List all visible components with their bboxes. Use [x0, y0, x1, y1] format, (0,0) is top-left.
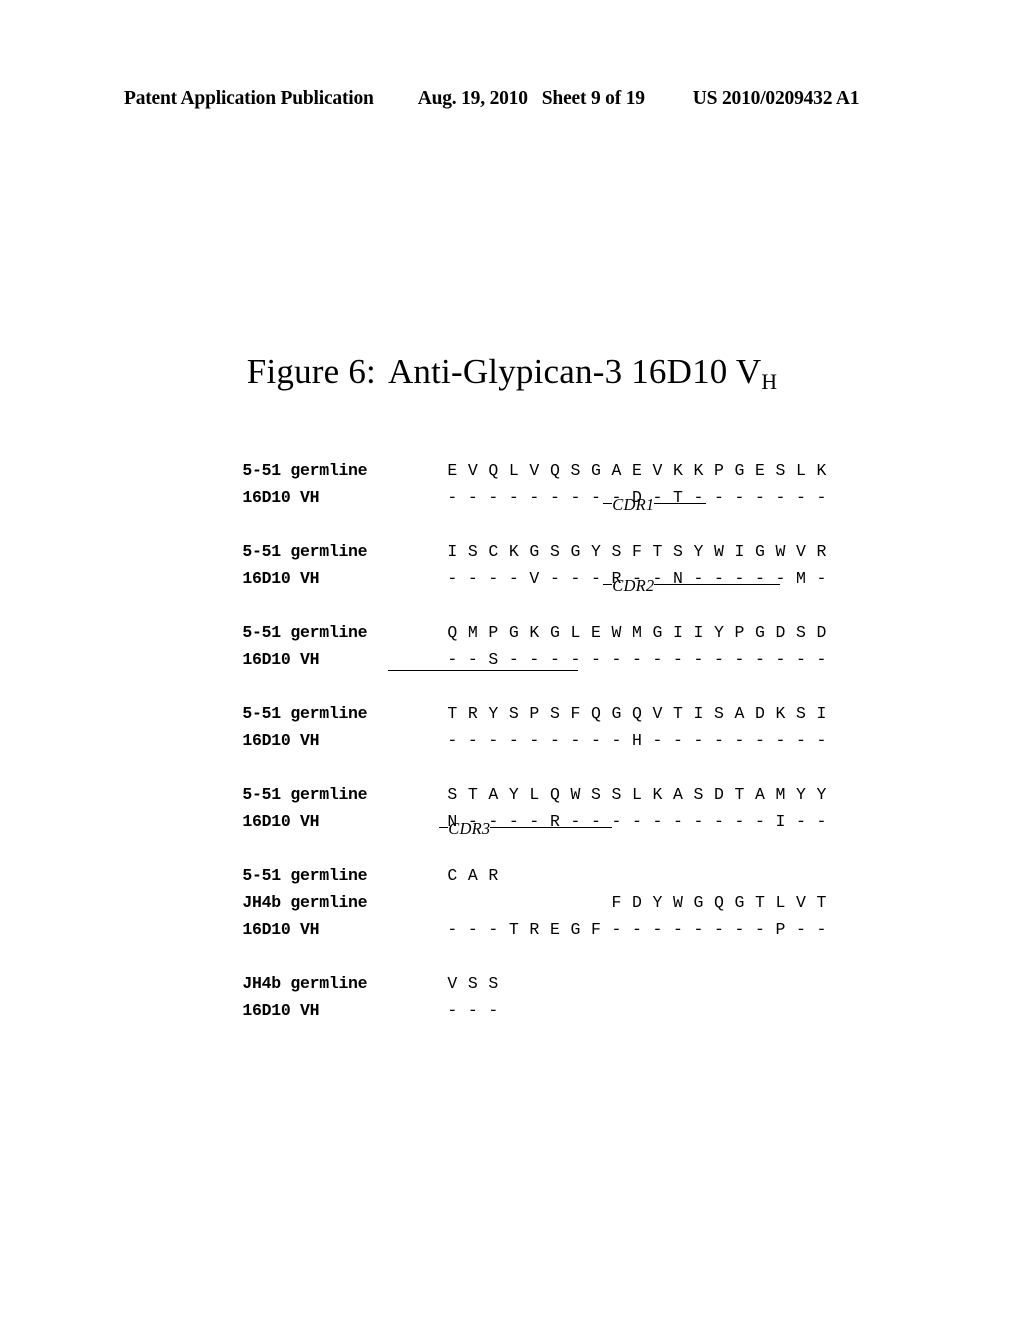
- row-sequence: - - - - V - - - R - - N - - - - - M -: [447, 569, 827, 588]
- sheet-number: Sheet 9 of 19: [541, 88, 645, 109]
- row-label: 16D10 VH: [242, 812, 320, 831]
- alignment-row: 5-51 germline C A R: [183, 835, 827, 885]
- row-label: 16D10 VH: [242, 650, 320, 669]
- row-sequence: - - -: [447, 1001, 499, 1020]
- alignment-row: 5-51 germline E V Q L V Q S G A E V K K P…: [183, 430, 827, 480]
- alignment-block-6: C A RCDR3 5-51 germlineC A R JH4b germli…: [183, 819, 827, 939]
- alignment-block-4: 5-51 germline T R Y S P S F Q G Q V T I S…: [183, 670, 827, 750]
- row-label: 16D10 VH: [242, 569, 320, 588]
- figure-title-subscript: H: [761, 370, 778, 395]
- row-label: 16D10 VH: [242, 920, 320, 939]
- alignment-row: 16D10 VH - - - T R E G F - - - - - - - - …: [183, 889, 827, 939]
- alignment-row: 16D10 VH - - S - - - - - - - - - - - - - …: [183, 619, 827, 669]
- row-sequence: - - - - - - - - - H - - - - - - - - -: [447, 731, 827, 750]
- alignment-block-1: 5-51 germline E V Q L V Q S G A E V K K P…: [183, 430, 827, 507]
- alignment-block-5: 5-51 germline S T A Y L Q W S S L K A S D…: [183, 754, 827, 831]
- alignment-row: 5-51 germline T R Y S P S F Q G Q V T I S…: [183, 673, 827, 723]
- alignment-row: 16D10 VH - - - - V - - - R - - N - - - - …: [183, 538, 827, 588]
- alignment-block-7: JH4b germline V S S 16D10 VH - - -: [183, 943, 827, 1020]
- cdr2-continuation-overline: [388, 670, 578, 671]
- publication-date: Aug. 19, 2010: [417, 88, 528, 109]
- alignment-row: 5-51 germline Q M P G K G L E W M G I I Y…: [183, 592, 827, 642]
- alignment-row: 5-51 germline S T A Y L Q W S S L K A S D…: [183, 754, 827, 804]
- row-label: 16D10 VH: [242, 488, 320, 507]
- alignment-row: JH4b germline V S S: [183, 943, 827, 993]
- document-number: US 2010/0209432 A1: [692, 88, 860, 109]
- alignment-row: JH4b germline F D Y W G Q G T L V T: [183, 862, 827, 912]
- alignment-row: 16D10 VH - - - - - - - - - H - - - - - - …: [183, 700, 827, 750]
- row-sequence: - - - - - - - - - D - T - - - - - - -: [447, 488, 827, 507]
- figure-title: Figure 6: Anti-Glypican-3 16D10 VH: [0, 352, 1024, 395]
- alignment-row: 16D10 VH - - - - - - - - - D - T - - - - …: [183, 457, 827, 507]
- row-sequence: - - - T R E G F - - - - - - - - P - -: [447, 920, 827, 939]
- row-label: 16D10 VH: [242, 731, 320, 750]
- publication-label: Patent Application Publication: [124, 88, 374, 109]
- alignment-row: 16D10 VH - - -: [183, 970, 827, 1020]
- figure-label: Figure 6:: [246, 352, 376, 391]
- sequence-alignment: 5-51 germline E V Q L V Q S G A E V K K P…: [183, 430, 827, 1020]
- page-header: Patent Application Publication Aug. 19, …: [124, 88, 900, 110]
- figure-title-text: Anti-Glypican-3 16D10 V: [387, 352, 762, 391]
- row-label: 16D10 VH: [242, 1001, 320, 1020]
- row-sequence: N - - - - R - - - - - - - - - - I - -: [447, 812, 827, 831]
- alignment-block-2: I S C K G S G Y S F TCDR1 5-51 germlineI…: [183, 495, 827, 588]
- alignment-row: 16D10 VH N - - - - R - - - - - - - - - - …: [183, 781, 827, 831]
- alignment-row: 5-51 germline I S C K G S G Y S F T S Y W…: [183, 511, 827, 561]
- row-sequence: - - S - - - - - - - - - - - - - - - -: [447, 650, 827, 669]
- alignment-block-3: Q M P G K G L E W M GCDR2 5-51 germlineQ…: [183, 576, 827, 669]
